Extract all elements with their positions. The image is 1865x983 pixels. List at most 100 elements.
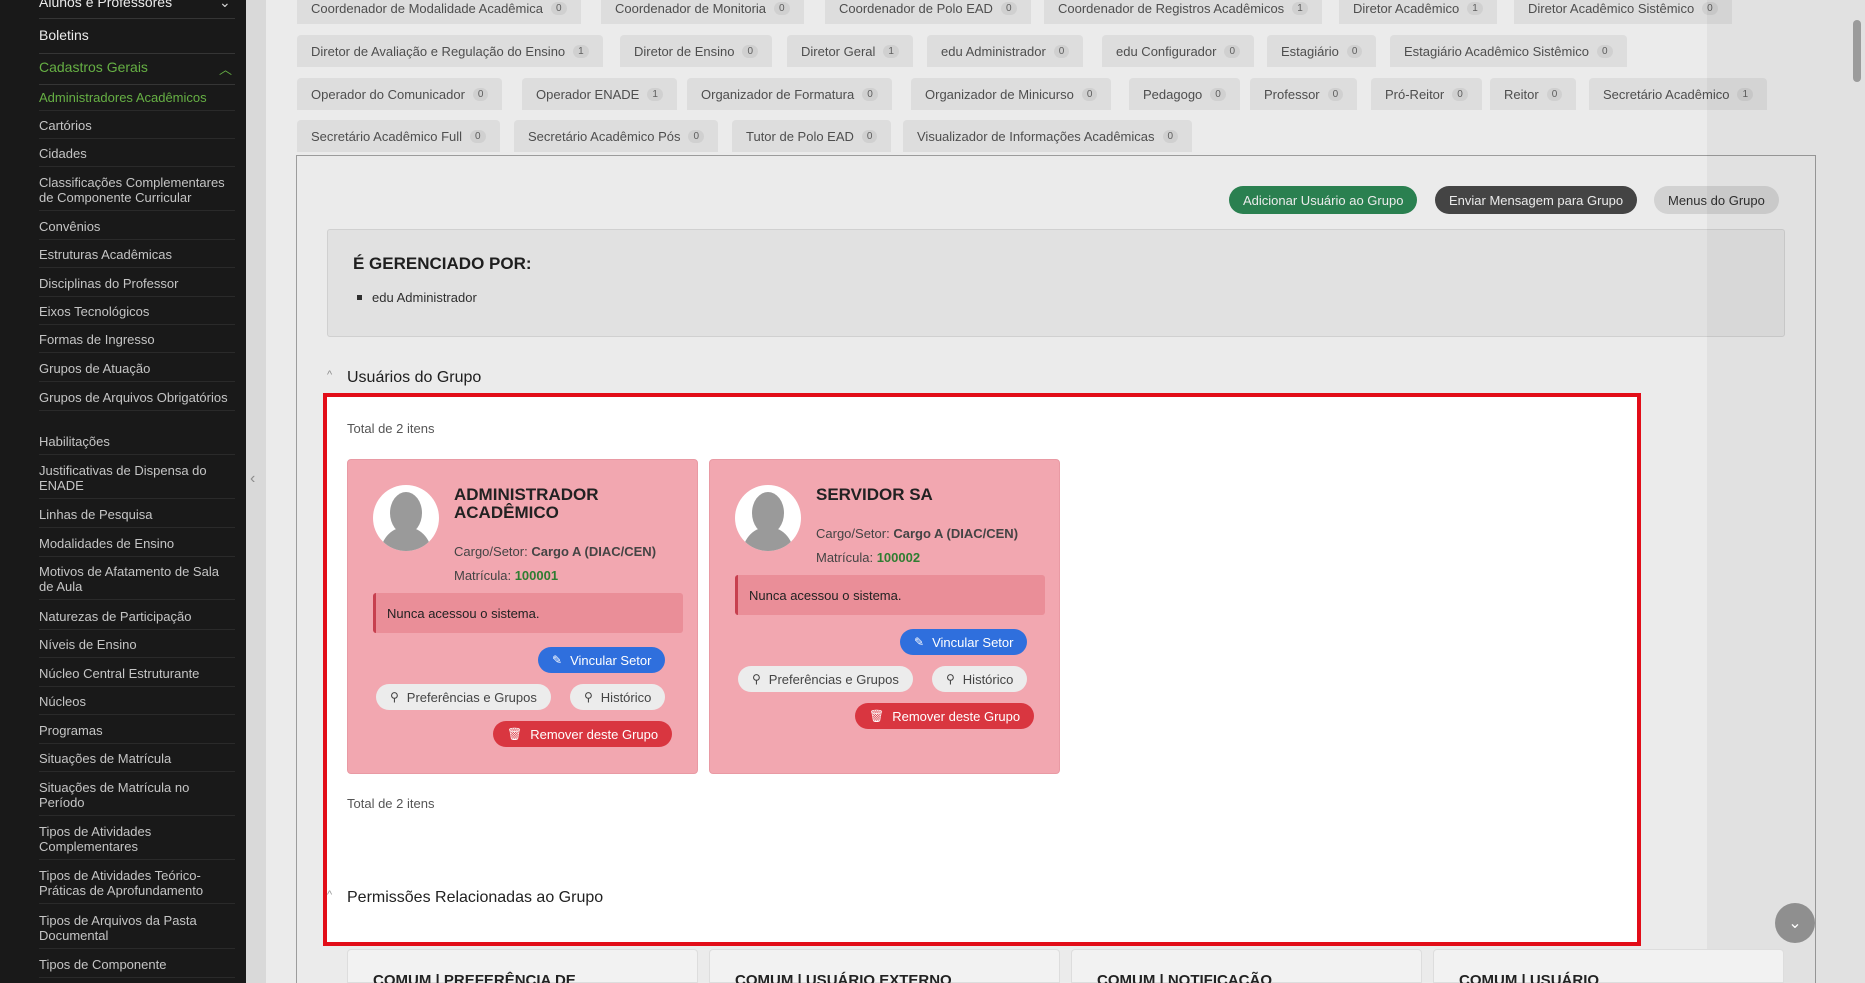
- sidebar-item-motivos-afatamento[interactable]: Motivos de Afatamento de Sala de Aula: [39, 564, 235, 600]
- permissions-section-title[interactable]: ^ Permissões Relacionadas ao Grupo: [327, 889, 603, 907]
- sidebar-item-boletins[interactable]: Boletins: [39, 27, 246, 43]
- count-badge: 0: [1210, 87, 1226, 101]
- total-items-bottom: Total de 2 itens: [347, 796, 435, 811]
- sidebar-item-cidades[interactable]: Cidades: [39, 146, 235, 167]
- edit-icon: ✎: [552, 653, 563, 667]
- tab-coordenador-modalidade[interactable]: Coordenador de Modalidade Acadêmica 0: [297, 0, 581, 24]
- tab-operador-comunicador[interactable]: Operador do Comunicador 0: [297, 78, 503, 110]
- tab-label: Operador do Comunicador: [311, 86, 465, 102]
- sidebar-item-justificativas-enade[interactable]: Justificativas de Dispensa do ENADE: [39, 463, 235, 499]
- status-alert: Nunca acessou o sistema.: [735, 575, 1045, 615]
- button-label: Remover deste Grupo: [530, 726, 659, 742]
- sidebar-item-naturezas-participacao[interactable]: Naturezas de Participação: [39, 609, 235, 630]
- tab-visualizador[interactable]: Visualizador de Informações Acadêmicas 0: [903, 120, 1193, 152]
- send-message-button[interactable]: Enviar Mensagem para Grupo: [1435, 186, 1638, 214]
- sidebar-item-programas[interactable]: Programas: [39, 723, 235, 744]
- sidebar-item-tipos-arquivos-pasta[interactable]: Tipos de Arquivos da Pasta Documental: [39, 913, 235, 949]
- preferences-groups-button[interactable]: ⚲ Preferências e Grupos: [376, 684, 551, 710]
- tab-organizador-minicurso[interactable]: Organizador de Minicurso 0: [911, 78, 1112, 110]
- count-badge: 1: [573, 44, 589, 58]
- sidebar-item-tipos-atividades-complementares[interactable]: Tipos de Atividades Complementares: [39, 824, 235, 860]
- add-user-to-group-button[interactable]: Adicionar Usuário ao Grupo: [1229, 186, 1418, 214]
- count-badge: 0: [1702, 1, 1718, 15]
- count-badge: 0: [861, 129, 878, 143]
- tab-coordenador-polo[interactable]: Coordenador de Polo EAD 0: [825, 0, 1031, 24]
- tab-coordenador-monitoria[interactable]: Coordenador de Monitoria 0: [601, 0, 804, 24]
- group-menus-button[interactable]: Menus do Grupo: [1654, 186, 1779, 214]
- scroll-down-icon[interactable]: ⌄: [1775, 903, 1815, 943]
- tab-edu-configurador[interactable]: edu Configurador 0: [1102, 35, 1255, 67]
- sidebar-item-classificacoes-complementares[interactable]: Classificações Complementares de Compone…: [39, 175, 235, 211]
- count-badge: 0: [1000, 1, 1017, 15]
- tab-secretario-pos[interactable]: Secretário Acadêmico Pós 0: [514, 120, 719, 152]
- remove-from-group-button[interactable]: 🗑 Remover deste Grupo: [855, 703, 1035, 729]
- tab-estagiario-sistemico[interactable]: Estagiário Acadêmico Sistêmico 0: [1390, 35, 1627, 67]
- chevron-up-icon: ^: [327, 889, 333, 901]
- count-badge: 0: [1327, 87, 1344, 101]
- sidebar-item-situacoes-matricula-periodo[interactable]: Situações de Matrícula no Período: [39, 780, 235, 816]
- sidebar-item-grupos-atuacao[interactable]: Grupos de Atuação: [39, 361, 235, 382]
- sidebar-item-disciplinas-professor[interactable]: Disciplinas do Professor: [39, 276, 235, 297]
- tab-label: Professor: [1264, 86, 1320, 102]
- tab-reitor[interactable]: Reitor 0: [1490, 78, 1577, 110]
- sidebar-item-nucleos[interactable]: Núcleos: [39, 694, 235, 715]
- tab-tutor-polo[interactable]: Tutor de Polo EAD 0: [732, 120, 892, 152]
- count-badge: 1: [1467, 1, 1483, 15]
- sidebar-item-alunos-professores[interactable]: Alunos e Professores ⌄: [39, 0, 246, 10]
- tab-edu-administrador[interactable]: edu Administrador 0: [927, 35, 1084, 67]
- tab-label: Secretário Acadêmico Full: [311, 128, 463, 144]
- search-icon: ⚲: [752, 672, 761, 686]
- managed-by-box: É GERENCIADO POR: edu Administrador: [327, 229, 1785, 337]
- sidebar-category-cadastros-gerais[interactable]: Cadastros Gerais ︿: [39, 59, 246, 77]
- link-sector-button[interactable]: ✎ Vincular Setor: [538, 647, 666, 673]
- tab-label: Coordenador de Registros Acadêmicos: [1058, 0, 1285, 16]
- sidebar-item-tipos-atividades-teorico-praticas[interactable]: Tipos de Atividades Teórico-Práticas de …: [39, 868, 235, 904]
- sidebar-item-modalidades-ensino[interactable]: Modalidades de Ensino: [39, 536, 235, 557]
- preferences-groups-button[interactable]: ⚲ Preferências e Grupos: [738, 666, 913, 692]
- sidebar-item-tipos-componente[interactable]: Tipos de Componente: [39, 957, 235, 978]
- scrollbar-thumb[interactable]: [1853, 20, 1861, 82]
- sidebar-item-linhas-pesquisa[interactable]: Linhas de Pesquisa: [39, 507, 235, 528]
- sidebar-item-formas-ingresso[interactable]: Formas de Ingresso: [39, 332, 235, 353]
- tab-diretor-academico-sistemico[interactable]: Diretor Acadêmico Sistêmico 0: [1514, 0, 1732, 24]
- sidebar-item-nucleo-central[interactable]: Núcleo Central Estruturante: [39, 666, 235, 687]
- sidebar-item-eixos-tecnologicos[interactable]: Eixos Tecnológicos: [39, 304, 235, 325]
- sidebar-item-convenios[interactable]: Convênios: [39, 219, 235, 240]
- sidebar-item-habilitacoes[interactable]: Habilitações: [39, 434, 235, 455]
- sidebar-item-niveis-ensino[interactable]: Níveis de Ensino: [39, 637, 235, 658]
- sidebar-item-situacoes-matricula[interactable]: Situações de Matrícula: [39, 751, 235, 772]
- search-icon: ⚲: [584, 690, 593, 704]
- users-section-title[interactable]: ^ Usuários do Grupo: [327, 369, 481, 387]
- history-button[interactable]: ⚲ Histórico: [570, 684, 666, 710]
- tab-diretor-ensino[interactable]: Diretor de Ensino 0: [620, 35, 773, 67]
- tab-pedagogo[interactable]: Pedagogo 0: [1129, 78, 1240, 110]
- tab-professor[interactable]: Professor 0: [1250, 78, 1358, 110]
- tab-pro-reitor[interactable]: Pró-Reitor 0: [1371, 78, 1482, 110]
- remove-from-group-button[interactable]: 🗑 Remover deste Grupo: [493, 721, 673, 747]
- count-badge: 0: [1596, 44, 1613, 58]
- tab-secretario-full[interactable]: Secretário Acadêmico Full 0: [297, 120, 500, 152]
- link-sector-button[interactable]: ✎ Vincular Setor: [900, 629, 1028, 655]
- sidebar-item-cartorios[interactable]: Cartórios: [39, 118, 235, 139]
- tab-operador-enade[interactable]: Operador ENADE 1: [522, 78, 677, 110]
- sidebar-item-administradores-academicos[interactable]: Administradores Acadêmicos: [39, 90, 235, 111]
- chevron-left-icon[interactable]: ‹: [250, 470, 255, 488]
- tab-organizador-formatura[interactable]: Organizador de Formatura 0: [687, 78, 892, 110]
- tab-diretor-academico[interactable]: Diretor Acadêmico 1: [1339, 0, 1497, 24]
- tab-label: Coordenador de Modalidade Acadêmica: [311, 0, 543, 16]
- tab-diretor-avaliacao[interactable]: Diretor de Avaliação e Regulação do Ensi…: [297, 35, 603, 67]
- tab-estagiario[interactable]: Estagiário 0: [1267, 35, 1377, 67]
- permission-card-title: COMUM | NOTIFICAÇÃO: [1097, 972, 1273, 983]
- sidebar-item-grupos-arquivos[interactable]: Grupos de Arquivos Obrigatórios: [39, 390, 235, 411]
- count-badge: 0: [472, 87, 489, 101]
- trash-icon: 🗑: [507, 727, 523, 741]
- history-button[interactable]: ⚲ Histórico: [932, 666, 1028, 692]
- tab-secretario-academico[interactable]: Secretário Acadêmico 1: [1589, 78, 1768, 110]
- user-card: SERVIDOR SA Cargo/Setor: Cargo A (DIAC/C…: [709, 459, 1060, 774]
- tab-label: Diretor de Avaliação e Regulação do Ensi…: [311, 43, 566, 59]
- tab-diretor-geral[interactable]: Diretor Geral 1: [787, 35, 913, 67]
- tab-coordenador-registros[interactable]: Coordenador de Registros Acadêmicos 1: [1044, 0, 1322, 24]
- sidebar-item-estruturas-academicas[interactable]: Estruturas Acadêmicas: [39, 247, 235, 268]
- total-items-top: Total de 2 itens: [347, 421, 435, 436]
- cargo-value: Cargo A (DIAC/CEN): [893, 526, 1019, 541]
